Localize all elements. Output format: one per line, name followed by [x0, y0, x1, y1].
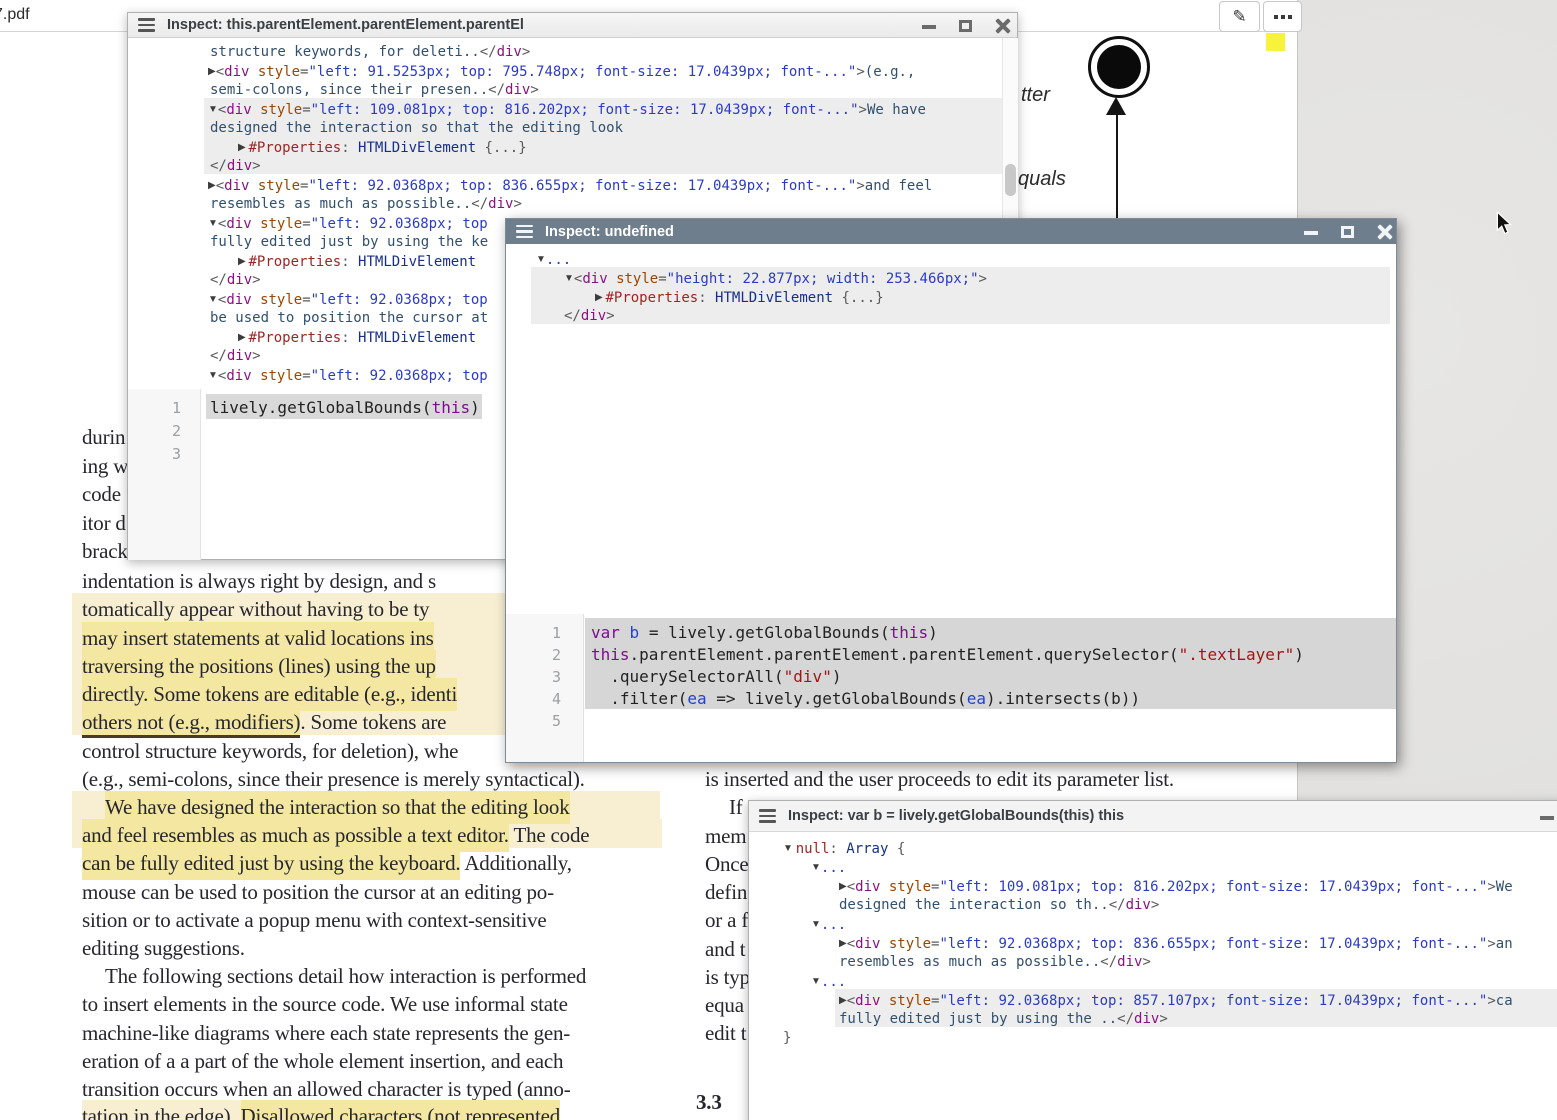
- close-icon[interactable]: [995, 19, 1011, 33]
- line[interactable]: </div>: [210, 271, 261, 290]
- menu-icon[interactable]: [138, 18, 155, 32]
- dom-tree-pane: ▼ null: Array {▼...▶<div style="left: 10…: [749, 832, 1557, 1120]
- line[interactable]: ▶ #Properties: HTMLDivElement: [238, 252, 476, 272]
- line[interactable]: structure keywords, for deleti..</div>: [210, 43, 530, 62]
- line: defin: [705, 880, 747, 905]
- window1-title: Inspect: this.parentElement.parentElemen…: [167, 17, 524, 33]
- line[interactable]: ▼...: [811, 915, 846, 935]
- window3-buttons: [1539, 804, 1557, 829]
- line: Once: [705, 852, 749, 877]
- line: is typ: [705, 965, 750, 990]
- code-editor-pane[interactable]: 12345 var b = lively.getGlobalBounds(this…: [506, 614, 1396, 762]
- line[interactable]: fully edited just by using the ..</div>: [839, 1010, 1168, 1029]
- line[interactable]: lively.getGlobalBounds(this): [210, 397, 480, 419]
- line[interactable]: designed the interaction so that the edi…: [210, 119, 623, 138]
- line: 3.3: [696, 1090, 722, 1115]
- scrollbar-thumb[interactable]: [1005, 164, 1016, 196]
- line[interactable]: 2: [172, 420, 181, 442]
- line[interactable]: ▼<div style="left: 109.081px; top: 816.2…: [208, 100, 926, 120]
- menu-icon[interactable]: [759, 809, 776, 823]
- line: and t: [705, 937, 745, 962]
- line[interactable]: ▼<div style="left: 92.0368px; top: [208, 214, 488, 234]
- line[interactable]: resembles as much as possible..</div>: [839, 953, 1151, 972]
- line[interactable]: 3: [552, 666, 561, 688]
- line[interactable]: designed the interaction so th..</div>: [839, 896, 1159, 915]
- line[interactable]: ▼ null: Array {: [783, 839, 905, 859]
- window3-titlebar[interactable]: Inspect: var b = lively.getGlobalBounds(…: [749, 801, 1557, 832]
- line[interactable]: ▶<div style="left: 92.0368px; top: 836.6…: [208, 176, 932, 196]
- line[interactable]: 5: [552, 710, 561, 732]
- line: is inserted and the user proceeds to edi…: [705, 767, 1174, 792]
- close-icon[interactable]: [1377, 225, 1393, 239]
- line: mem: [705, 824, 746, 849]
- line[interactable]: </div>: [564, 307, 615, 326]
- line[interactable]: ▶<div style="left: 92.0368px; top: 857.1…: [839, 991, 1513, 1011]
- window2-title: Inspect: undefined: [545, 224, 674, 240]
- maximize-button[interactable]: [958, 19, 974, 33]
- mouse-cursor: [1493, 211, 1515, 235]
- line[interactable]: ▶ #Properties: HTMLDivElement {...}: [238, 138, 527, 158]
- window2-buttons: [1303, 219, 1393, 244]
- maximize-button[interactable]: [1340, 225, 1356, 239]
- window3-title: Inspect: var b = lively.getGlobalBounds(…: [788, 808, 1124, 824]
- line[interactable]: fully edited just by using the ke: [210, 233, 488, 252]
- line[interactable]: ▶ #Properties: HTMLDivElement {...}: [595, 288, 884, 308]
- line[interactable]: .querySelectorAll("div"): [591, 666, 841, 688]
- minimize-button[interactable]: [921, 19, 937, 33]
- dom-tree-pane: ▼...▼<div style="height: 22.877px; width…: [506, 244, 1396, 589]
- inspector-window-3[interactable]: Inspect: var b = lively.getGlobalBounds(…: [748, 800, 1557, 1120]
- code-lines: 12345 var b = lively.getGlobalBounds(this…: [506, 614, 1396, 762]
- line: edit t: [705, 1021, 746, 1046]
- line[interactable]: ▶<div style="left: 91.5253px; top: 795.7…: [208, 62, 915, 82]
- line[interactable]: ▶ #Properties: HTMLDivElement: [238, 328, 476, 348]
- line[interactable]: ▼<div style="height: 22.877px; width: 25…: [564, 269, 987, 289]
- line[interactable]: 1: [172, 397, 181, 419]
- line[interactable]: semi-colons, since their presen..</div>: [210, 81, 539, 100]
- line[interactable]: ▼<div style="left: 92.0368px; top: [208, 290, 488, 310]
- window1-buttons: [921, 13, 1011, 38]
- window1-titlebar[interactable]: Inspect: this.parentElement.parentElemen…: [128, 13, 1017, 38]
- line: equa: [705, 993, 744, 1018]
- window2-titlebar[interactable]: Inspect: undefined: [506, 219, 1396, 244]
- line[interactable]: </div>: [210, 347, 261, 366]
- line[interactable]: ▼...: [811, 972, 846, 992]
- line[interactable]: ▼...: [811, 858, 846, 878]
- line: or a f: [705, 908, 748, 933]
- line[interactable]: be used to position the cursor at: [210, 309, 488, 328]
- line[interactable]: ▶<div style="left: 92.0368px; top: 836.6…: [839, 934, 1513, 954]
- line[interactable]: ▼<div style="left: 92.0368px; top: [208, 366, 488, 386]
- line[interactable]: ▼...: [536, 250, 571, 270]
- menu-icon[interactable]: [516, 225, 533, 239]
- line[interactable]: resembles as much as possible..</div>: [210, 195, 522, 214]
- line[interactable]: ▶<div style="left: 109.081px; top: 816.2…: [839, 877, 1513, 897]
- line[interactable]: 4: [552, 688, 561, 710]
- minimize-button[interactable]: [1539, 810, 1555, 824]
- line[interactable]: }: [783, 1029, 791, 1048]
- line[interactable]: 2: [552, 644, 561, 666]
- line[interactable]: .filter(ea => lively.getGlobalBounds(ea)…: [591, 688, 1140, 710]
- line[interactable]: 1: [552, 622, 561, 644]
- line[interactable]: </div>: [210, 157, 261, 176]
- inspector-window-2[interactable]: Inspect: undefined ▼...▼<div style="heig…: [505, 218, 1397, 763]
- line[interactable]: var b = lively.getGlobalBounds(this): [591, 622, 938, 644]
- line[interactable]: 3: [172, 443, 181, 465]
- line[interactable]: this.parentElement.parentElement.parentE…: [591, 644, 1304, 666]
- minimize-button[interactable]: [1303, 225, 1319, 239]
